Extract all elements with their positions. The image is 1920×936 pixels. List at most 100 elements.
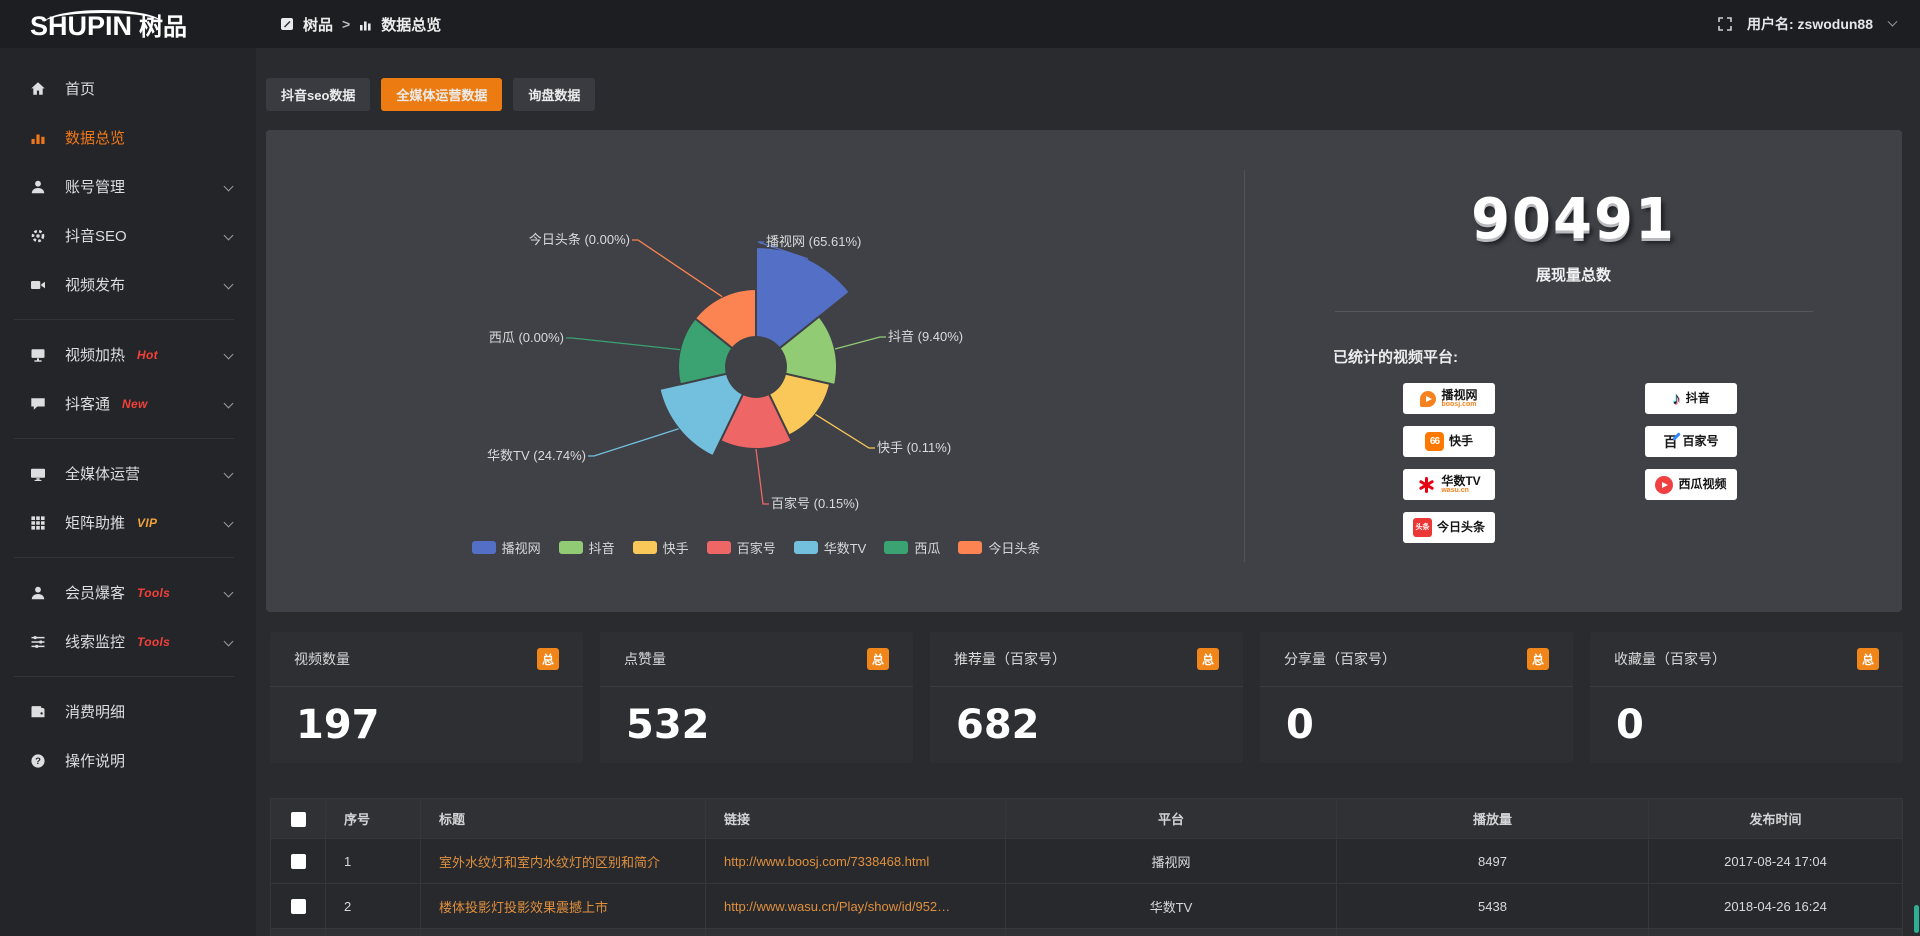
pie-label-line bbox=[835, 337, 886, 349]
total-badge: 总 bbox=[1857, 648, 1879, 670]
sidebar-item-label: 视频加热 bbox=[65, 344, 125, 365]
col-header-platform: 平台 bbox=[1006, 799, 1337, 839]
sidebar-item-6[interactable]: 视频加热Hot bbox=[0, 330, 256, 379]
gear-icon bbox=[30, 228, 48, 244]
sidebar-item-2[interactable]: 账号管理 bbox=[0, 162, 256, 211]
chevron-down-icon[interactable] bbox=[224, 182, 234, 192]
sidebar-item-label: 消费明细 bbox=[65, 701, 125, 722]
data-tabs: 抖音seo数据全媒体运营数据询盘数据 bbox=[266, 78, 595, 111]
stat-card-value: 682 bbox=[930, 687, 1243, 748]
sidebar-item-7[interactable]: 抖客通New bbox=[0, 379, 256, 428]
scrollbar-thumb[interactable] bbox=[1914, 905, 1919, 933]
sidebar-item-label: 会员爆客 bbox=[65, 582, 125, 603]
platforms-label: 已统计的视频平台: bbox=[1333, 346, 1902, 367]
chevron-down-icon[interactable] bbox=[224, 518, 234, 528]
platform-subtext: boosj.com bbox=[1441, 401, 1477, 408]
cell-time: 2017-08-24 17:04 bbox=[1649, 839, 1903, 884]
app-logo[interactable]: SHUPIN 树品 bbox=[0, 7, 256, 42]
username-label[interactable]: 用户名: zswodun88 bbox=[1747, 14, 1873, 34]
sidebar-item-tag: Tools bbox=[137, 586, 170, 600]
sidebar-item-label: 数据总览 bbox=[65, 127, 125, 148]
sidebar-item-10[interactable]: 矩阵助推 VIP bbox=[0, 498, 256, 547]
kuaishou-logo-icon: 66 bbox=[1425, 432, 1444, 451]
cell-title[interactable]: 楼体投影灯投影效果震撼上市 bbox=[421, 884, 706, 929]
sidebar-item-label: 全媒体运营 bbox=[65, 463, 140, 484]
sidebar-item-1[interactable]: 数据总览 bbox=[0, 113, 256, 162]
stat-card-0: 视频数量 总 197 bbox=[270, 632, 583, 763]
sidebar-item-0[interactable]: 首页 bbox=[0, 64, 256, 113]
chevron-down-icon[interactable] bbox=[1888, 16, 1898, 26]
legend-item-快手[interactable]: 快手 bbox=[633, 538, 689, 557]
legend-item-播视网[interactable]: 播视网 bbox=[472, 538, 541, 557]
wallet-icon bbox=[30, 704, 48, 720]
sidebar-item-12[interactable]: 会员爆客 Tools bbox=[0, 568, 256, 617]
legend-swatch bbox=[559, 541, 583, 554]
chevron-down-icon[interactable] bbox=[224, 350, 234, 360]
chevron-down-icon[interactable] bbox=[224, 469, 234, 479]
legend-item-西瓜[interactable]: 西瓜 bbox=[884, 538, 940, 557]
rose-pie-chart: 播视网 (65.61%)抖音 (9.40%)快手 (0.11%)百家号 (0.1… bbox=[266, 130, 1246, 585]
tab-1[interactable]: 全媒体运营数据 bbox=[381, 78, 502, 111]
select-all-checkbox[interactable] bbox=[291, 812, 306, 827]
fullscreen-icon[interactable] bbox=[1717, 16, 1733, 32]
sidebar-item-label: 首页 bbox=[65, 78, 95, 99]
stat-card-label: 点赞量 bbox=[624, 649, 666, 669]
chevron-down-icon[interactable] bbox=[224, 637, 234, 647]
platform-badge-快手: 66快手 bbox=[1403, 426, 1495, 457]
total-badge: 总 bbox=[537, 648, 559, 670]
row-checkbox[interactable] bbox=[291, 899, 306, 914]
stat-cards-row: 视频数量总197点赞量总532推荐量（百家号）总682分享量（百家号）总0收藏量… bbox=[270, 632, 1903, 763]
help-icon: ? bbox=[30, 753, 48, 769]
cell-link[interactable]: http://www.boosj.com/7338468.html bbox=[706, 839, 1006, 884]
legend-swatch bbox=[707, 541, 731, 554]
chevron-down-icon[interactable] bbox=[224, 399, 234, 409]
legend-swatch bbox=[633, 541, 657, 554]
topbar-right: 用户名: zswodun88 bbox=[1717, 14, 1920, 34]
pie-label: 今日头条 (0.00%) bbox=[529, 232, 630, 247]
sidebar-item-label: 线索监控 bbox=[65, 631, 125, 652]
legend-item-百家号[interactable]: 百家号 bbox=[707, 538, 776, 557]
boosj-logo-icon bbox=[1420, 391, 1436, 407]
pie-label-line bbox=[588, 429, 679, 456]
cell-title[interactable]: 室外水纹灯和室内水纹灯的区别和简介 bbox=[421, 839, 706, 884]
sidebar-item-label: 视频发布 bbox=[65, 274, 125, 295]
xigua-logo-icon bbox=[1655, 476, 1673, 494]
pie-label: 抖音 (9.40%) bbox=[888, 329, 963, 344]
row-checkbox[interactable] bbox=[291, 854, 306, 869]
sidebar-item-16[interactable]: ?操作说明 bbox=[0, 736, 256, 785]
chevron-down-icon[interactable] bbox=[224, 588, 234, 598]
breadcrumb-root[interactable]: 树品 bbox=[303, 14, 333, 35]
platform-name: 西瓜视频 bbox=[1678, 478, 1726, 491]
chevron-down-icon[interactable] bbox=[224, 231, 234, 241]
sidebar-item-3[interactable]: 抖音SEO bbox=[0, 211, 256, 260]
total-impressions-value: 90491 bbox=[1245, 192, 1902, 248]
cell-platform: 华数TV bbox=[1006, 884, 1337, 929]
stat-card-value: 0 bbox=[1590, 687, 1903, 748]
sidebar-item-13[interactable]: 线索监控Tools bbox=[0, 617, 256, 666]
col-header-link: 链接 bbox=[706, 799, 1006, 839]
legend-item-今日头条[interactable]: 今日头条 bbox=[958, 538, 1040, 557]
legend-item-抖音[interactable]: 抖音 bbox=[559, 538, 615, 557]
summary-divider bbox=[1335, 311, 1813, 312]
legend-item-华数TV[interactable]: 华数TV bbox=[794, 538, 867, 557]
legend-label: 抖音 bbox=[589, 538, 615, 557]
platform-name: 百家号 bbox=[1682, 435, 1718, 448]
stat-card-label: 视频数量 bbox=[294, 649, 350, 669]
sliders-icon bbox=[30, 634, 48, 650]
cell-link[interactable]: http://www.wasu.cn/Play/show/id/952… bbox=[706, 884, 1006, 929]
sidebar-item-label: 矩阵助推 bbox=[65, 512, 125, 533]
pie-label: 华数TV (24.74%) bbox=[487, 448, 586, 463]
platform-column-left: 播视网boosj.com66快手华数TVwasu.cn头条今日头条 bbox=[1403, 383, 1495, 543]
sidebar-item-4[interactable]: 视频发布 bbox=[0, 260, 256, 309]
chevron-down-icon[interactable] bbox=[224, 280, 234, 290]
tab-2[interactable]: 询盘数据 bbox=[513, 78, 595, 111]
stat-card-4: 收藏量（百家号）总0 bbox=[1590, 632, 1903, 763]
douyin-logo-icon: ♪ bbox=[1672, 389, 1681, 409]
sidebar-item-tag: VIP bbox=[137, 516, 157, 530]
tab-0[interactable]: 抖音seo数据 bbox=[266, 78, 370, 111]
video-table: 序号标题链接平台播放量发布时间1室外水纹灯和室内水纹灯的区别和简介http://… bbox=[270, 798, 1903, 936]
sidebar-item-9[interactable]: 全媒体运营 bbox=[0, 449, 256, 498]
stat-card-value: 197 bbox=[270, 687, 583, 748]
sidebar-item-15[interactable]: 消费明细 bbox=[0, 687, 256, 736]
summary-panel: 90491 展现量总数 已统计的视频平台: 播视网boosj.com66快手华数… bbox=[1245, 130, 1902, 612]
